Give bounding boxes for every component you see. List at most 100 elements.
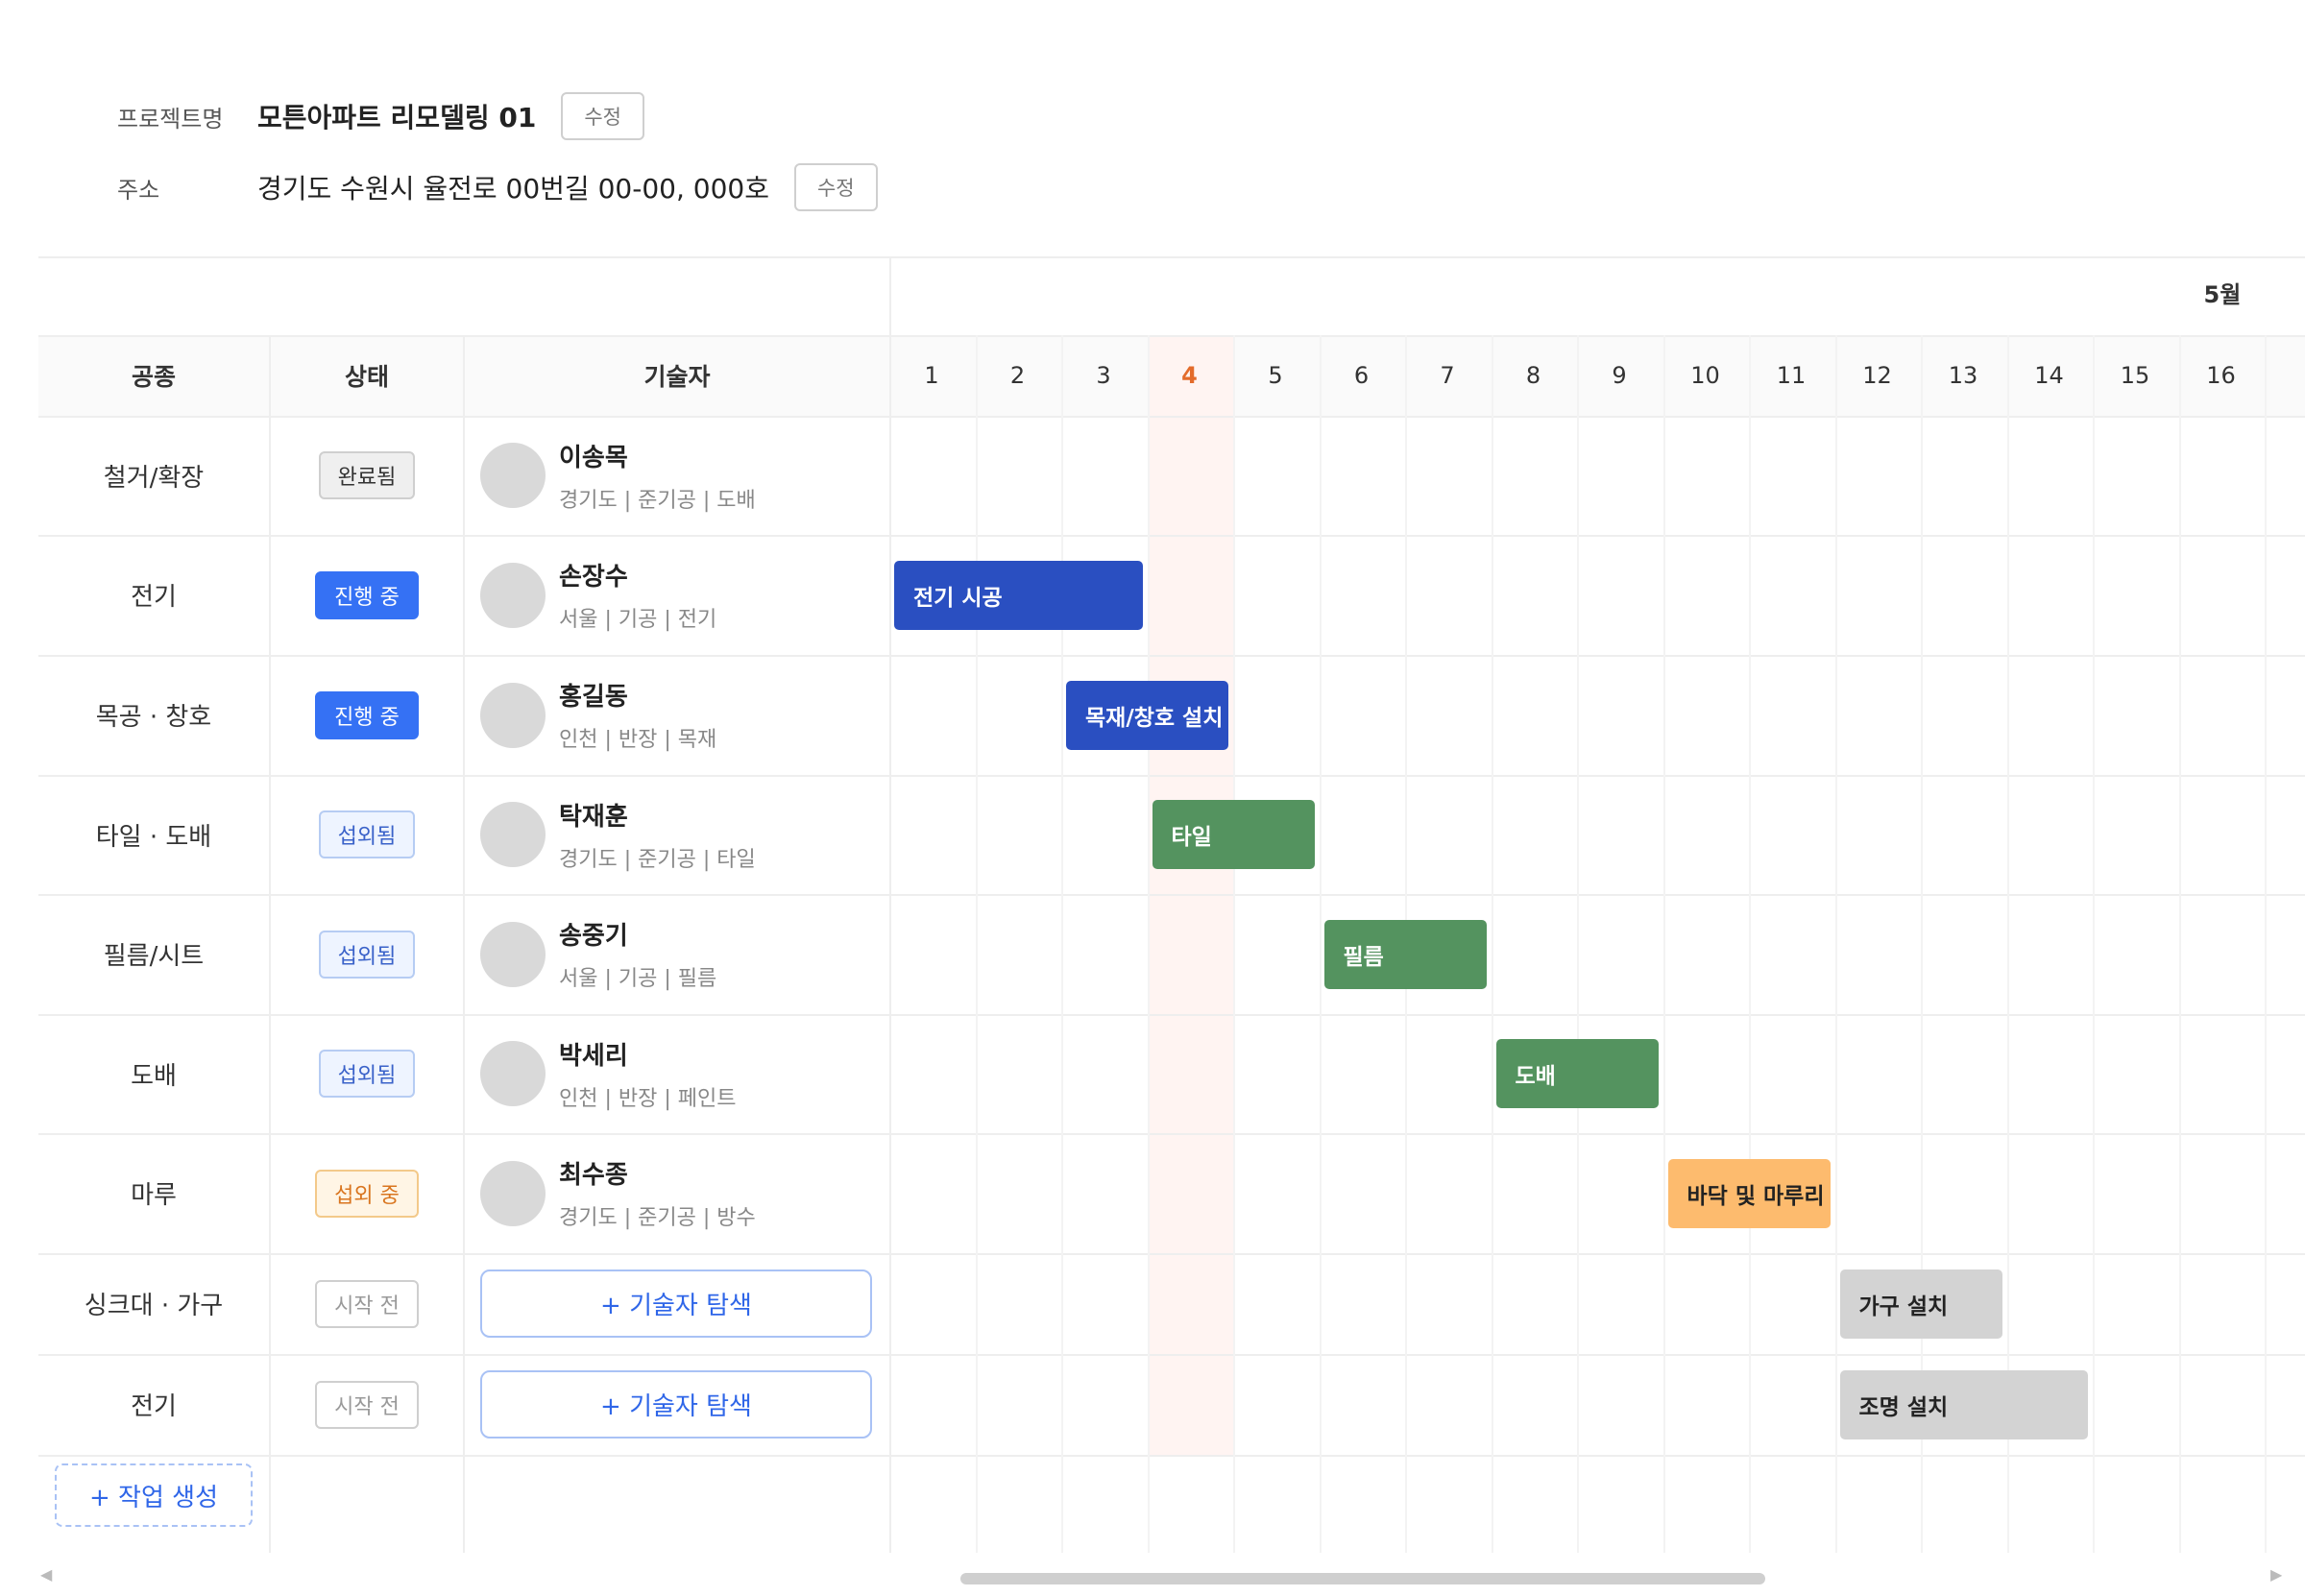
technician-card[interactable]: 이송목경기도 | 준기공 | 도배 (480, 416, 756, 535)
technician-meta: 인천 | 반장 | 목재 (559, 728, 717, 752)
search-technician-button[interactable]: + 기술자 탐색 (480, 1270, 872, 1338)
scroll-left-icon[interactable]: ◀ (40, 1565, 52, 1584)
grid-line-day (1319, 335, 1322, 1553)
day-header: 7 (1440, 362, 1455, 389)
schedule-page: 프로젝트명 모튼아파트 리모델링 01 수정 주소 경기도 수원시 율전로 00… (0, 0, 2305, 1596)
status-badge[interactable]: 시작 전 (315, 1380, 419, 1429)
project-address-row: 주소 경기도 수원시 율전로 00번길 00-00, 000호 수정 (117, 163, 878, 211)
grid-line-day (975, 335, 978, 1553)
task-bar[interactable]: 필름 (1323, 919, 1487, 989)
column-header-technician: 기술자 (643, 363, 711, 391)
technician-card[interactable]: 홍길동인천 | 반장 | 목재 (480, 655, 716, 775)
day-header: 15 (2120, 362, 2150, 389)
grid-line-day (2265, 335, 2267, 1553)
day-header: 13 (1948, 362, 1978, 389)
grid-line-day (1662, 335, 1665, 1553)
status-badge[interactable]: 진행 중 (315, 690, 419, 739)
technician-name: 송중기 (559, 922, 628, 951)
technician-card[interactable]: 탁재훈경기도 | 준기공 | 타일 (480, 775, 756, 894)
status-badge[interactable]: 섭외됨 (318, 930, 416, 979)
day-header: 4 (1181, 362, 1198, 389)
day-header: 14 (2034, 362, 2064, 389)
status-badge[interactable]: 섭외 중 (315, 1169, 419, 1218)
avatar (480, 921, 546, 987)
avatar (480, 1041, 546, 1106)
task-bar[interactable]: 바닥 및 마루리 (1667, 1158, 1831, 1228)
edit-project-name-button[interactable]: 수정 (561, 92, 644, 140)
status-badge[interactable]: 완료됨 (318, 451, 416, 499)
status-cell: 시작 전 (271, 1354, 463, 1455)
status-cell: 섭외됨 (271, 775, 463, 894)
project-name-label: 프로젝트명 (117, 105, 224, 133)
technician-meta: 서울 | 기공 | 전기 (559, 608, 717, 632)
grid-line-top (38, 256, 2305, 258)
technician-card[interactable]: 손장수서울 | 기공 | 전기 (480, 535, 716, 655)
status-cell: 진행 중 (271, 535, 463, 655)
task-bar[interactable]: 타일 (1152, 800, 1315, 869)
grid-line-col (889, 256, 891, 1553)
grid-line-day (2178, 335, 2181, 1553)
technician-card[interactable]: 박세리 인천 | 반장 | 페인트 (480, 1014, 736, 1133)
technician-info: 손장수서울 | 기공 | 전기 (559, 557, 716, 633)
technician-name: 최수종 (559, 1161, 628, 1190)
avatar (480, 443, 546, 508)
avatar (480, 562, 546, 628)
edit-project-address-button[interactable]: 수정 (793, 163, 878, 211)
project-name: 모튼아파트 리모델링 01 (257, 102, 537, 133)
status-cell: 섭외됨 (271, 1014, 463, 1133)
trade-cell: 싱크대 · 가구 (84, 1292, 224, 1320)
day-header: 9 (1612, 362, 1627, 389)
technician-name: 손장수 (559, 563, 628, 592)
technician-meta: 경기도 | 준기공 | 방수 (559, 1206, 756, 1230)
status-badge[interactable]: 섭외됨 (318, 810, 416, 858)
technician-meta: 경기도 | 준기공 | 타일 (559, 847, 756, 872)
grid-line-row (38, 1455, 2305, 1457)
create-task-button[interactable]: + 작업 생성 (55, 1463, 253, 1527)
day-header: 16 (2206, 362, 2236, 389)
task-bar[interactable]: 가구 설치 (1839, 1269, 2002, 1339)
grid-line-day (1577, 335, 1579, 1553)
trade-cell: 마루 (131, 1181, 177, 1210)
grid-line-day (2093, 335, 2095, 1553)
status-badge[interactable]: 진행 중 (315, 570, 419, 619)
status-badge[interactable]: 시작 전 (315, 1279, 419, 1328)
technician-meta: 경기도 | 준기공 | 도배 (559, 488, 756, 513)
technician-card[interactable]: 최수종경기도 | 준기공 | 방수 (480, 1133, 756, 1253)
day-header: 2 (1009, 362, 1026, 389)
technician-name: 탁재훈 (559, 802, 628, 832)
search-technician-button[interactable]: + 기술자 탐색 (480, 1370, 872, 1439)
avatar (480, 802, 546, 867)
grid-line-day (1491, 335, 1493, 1553)
status-cell: 섭외됨 (271, 894, 463, 1014)
technician-name: 박세리 (559, 1041, 628, 1071)
day-header: 6 (1353, 362, 1370, 389)
status-cell: 진행 중 (271, 655, 463, 775)
status-badge[interactable]: 섭외됨 (318, 1050, 416, 1098)
technician-info: 탁재훈경기도 | 준기공 | 타일 (559, 797, 756, 873)
day-header: 11 (1776, 362, 1807, 389)
technician-card[interactable]: 송중기서울 | 기공 | 필름 (480, 894, 716, 1014)
technician-name: 홍길동 (559, 683, 628, 712)
day-header: 10 (1690, 362, 1720, 389)
technician-info: 홍길동인천 | 반장 | 목재 (559, 677, 716, 753)
status-cell: 섭외 중 (271, 1133, 463, 1253)
technician-meta: 서울 | 기공 | 필름 (559, 967, 717, 991)
column-header-status: 상태 (344, 363, 389, 391)
scrollbar-thumb[interactable] (960, 1573, 1765, 1584)
grid-line-col (463, 335, 465, 1553)
technician-name: 이송목 (559, 443, 628, 472)
project-name-row: 프로젝트명 모튼아파트 리모델링 01 수정 (117, 92, 644, 140)
grid-line-day (1749, 335, 1751, 1553)
trade-cell: 철거/확장 (103, 463, 205, 493)
column-header-trade: 공종 (131, 363, 176, 391)
task-bar[interactable]: 도배 (1495, 1039, 1659, 1108)
grid-line-day (1233, 335, 1235, 1553)
project-address-label: 주소 (117, 176, 160, 204)
task-bar[interactable]: 목재/창호 설치 (1066, 680, 1228, 750)
scroll-right-icon[interactable]: ▶ (2270, 1565, 2282, 1584)
day-header: 1 (924, 362, 939, 389)
task-bar[interactable]: 전기 시공 (894, 560, 1143, 630)
task-bar[interactable]: 조명 설치 (1839, 1369, 2088, 1439)
day-header: 12 (1862, 362, 1892, 389)
project-address: 경기도 수원시 율전로 00번길 00-00, 000호 (257, 173, 769, 205)
